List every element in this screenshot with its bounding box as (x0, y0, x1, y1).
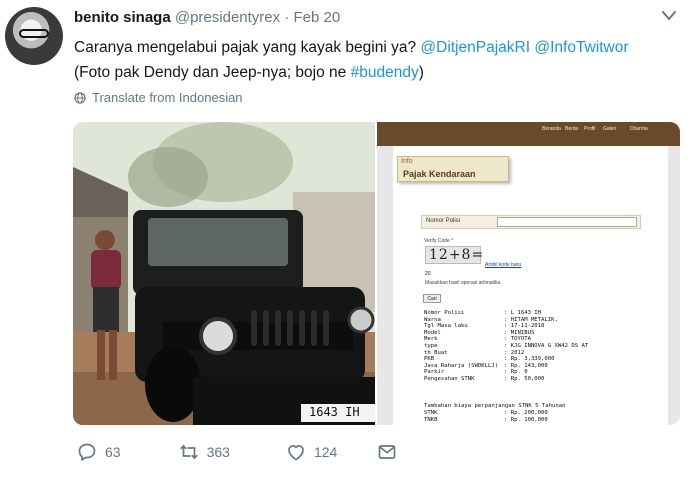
nav-profil: Profil (584, 126, 596, 132)
section-title: Pajak Kendaraan (403, 169, 476, 179)
avatar[interactable] (5, 7, 63, 65)
retweet-icon (179, 444, 198, 460)
result-value: : HITAM METALIK, (504, 316, 558, 323)
result-value: : Rp. 143,000 (504, 362, 548, 369)
result-row: th Buat : 2012 (424, 350, 588, 357)
tweet-line-1: Caranya mengelabui pajak yang kayak begi… (74, 35, 694, 60)
tweet-line-2: (Foto pak Dendy dan Jeep-nya; bojo ne #b… (74, 60, 694, 85)
photo-tax-screenshot[interactable]: Beranda Berita Profil Galeri Dharma Info… (377, 122, 680, 425)
result-row: Parkir : Rp. 0 (424, 369, 588, 376)
author-name[interactable]: benito sinaga (74, 9, 171, 26)
message-button[interactable] (377, 442, 397, 462)
extra-table: STNK : Rp. 200,000 TNKB : Rp. 100,000 (424, 410, 548, 423)
result-row: PKB : Rp. 3,339,000 (424, 356, 588, 363)
tweet-date[interactable]: Feb 20 (293, 9, 340, 26)
result-row: Nomor Polisi : L 1643 IH (424, 310, 588, 317)
result-row: type : KJG INNOVA G XW42 DS AT (424, 343, 588, 350)
result-label: Parkir (424, 369, 445, 376)
captcha-text: 12+8= (429, 247, 485, 263)
chevron-down-icon[interactable] (662, 11, 676, 21)
site-nav: Beranda Berita Profil Galeri Dharma (377, 126, 680, 142)
retweet-button[interactable]: 363 (179, 442, 230, 462)
extra-label: STNK (424, 410, 438, 416)
jeep-illustration (73, 122, 375, 425)
result-row: Merk : TOYOTA (424, 336, 588, 343)
info-label: Info (401, 158, 413, 165)
extra-row: STNK : Rp. 200,000 (424, 410, 548, 417)
result-value: : KJG INNOVA G XW42 DS AT (504, 342, 589, 349)
result-value: : Rp. 0 (504, 369, 528, 376)
like-button[interactable]: 124 (286, 442, 337, 462)
translate-label: Translate from Indonesian (92, 90, 243, 105)
result-value: : MINIBUS (504, 329, 535, 336)
extra-label: TNKB (424, 416, 438, 423)
retweet-count: 363 (206, 444, 230, 460)
author-handle[interactable]: @presidentyrex (175, 9, 280, 26)
like-count: 124 (313, 444, 338, 460)
result-label: Merk (424, 336, 438, 343)
result-label: Warna (424, 316, 441, 323)
translate-link[interactable]: Translate from Indonesian (74, 90, 243, 105)
photo-jeep[interactable]: 1643 IH (73, 122, 375, 425)
globe-icon (74, 91, 86, 104)
result-label: Jasa Raharja (SWDKLLJ) (424, 362, 499, 369)
verify-label: Verify Code * (424, 238, 454, 244)
cari-button[interactable]: Cari (423, 294, 441, 303)
result-label: PKB (424, 356, 435, 363)
result-label: Nomor Polisi (424, 310, 465, 316)
result-label: Model (424, 329, 441, 336)
result-row: Jasa Raharja (SWDKLLJ) : Rp. 143,000 (424, 363, 588, 370)
nav-beranda: Beranda (542, 126, 561, 132)
result-value: : 17-11-2018 (504, 323, 545, 330)
tweet-actions: 63 363 124 (77, 442, 423, 462)
result-row: Pengesahan STNK : Rp. 50,000 (424, 376, 588, 383)
result-row: Tgl Masa laku : 17-11-2018 (424, 323, 588, 330)
nav-berita: Berita (565, 126, 579, 132)
reply-icon (78, 443, 96, 461)
extra-value: : Rp. 100,000 (504, 416, 548, 423)
mention-ditjenpajakri[interactable]: @DitjenPajakRI (420, 39, 530, 56)
result-label: type (424, 342, 438, 349)
nomor-polisi-label: Nomor Polisi (426, 218, 461, 224)
result-label: Tgl Masa laku (424, 323, 468, 330)
extra-title: Tambahan biaya perpanjangan STNK 5 Tahun… (424, 403, 566, 409)
result-label: Pengesahan STNK (424, 375, 475, 382)
result-label: th Buat (424, 349, 448, 356)
result-value: : Rp. 50,000 (504, 375, 545, 382)
result-row: Warna : HITAM METALIK, (424, 317, 588, 324)
tweet-header: benito sinaga @presidentyrex · Feb 20 (74, 9, 340, 26)
result-value: : L 1643 IH (504, 310, 542, 316)
envelope-icon (378, 445, 396, 459)
tweet-line-1-text: Caranya mengelabui pajak yang kayak begi… (74, 39, 417, 56)
avatar-glasses (19, 29, 49, 38)
result-table: Nomor Polisi : L 1643 IH Warna : HITAM META… (424, 310, 588, 383)
nav-galeri: Galeri (603, 126, 617, 132)
nav-dharma: Dharma (630, 126, 648, 132)
captcha-refresh-link[interactable]: Ambil kode baru (485, 262, 521, 268)
extra-row: TNKB : Rp. 100,000 (424, 417, 548, 424)
reply-count: 63 (105, 444, 121, 460)
mention-infotwitwor[interactable]: @InfoTwitwor (534, 39, 628, 56)
extra-value: : Rp. 200,000 (504, 410, 548, 416)
heart-icon (288, 444, 304, 461)
tweet-line-2-end: ) (418, 64, 424, 81)
reply-button[interactable]: 63 (77, 442, 121, 462)
result-row: Model : MINIBUS (424, 330, 588, 337)
captcha-answer: 20 (425, 271, 431, 277)
result-value: : 2012 (504, 349, 525, 356)
hashtag-budendy[interactable]: #budendy (351, 64, 419, 81)
result-value: : TOYOTA (504, 336, 531, 343)
result-value: : Rp. 3,339,000 (504, 356, 555, 363)
license-plate: 1643 IH (309, 405, 360, 419)
tweet-text: Caranya mengelabui pajak yang kayak begi… (74, 35, 694, 85)
captcha-hint: Masukkan hasil operasi aritmatika (425, 280, 501, 286)
tweet-line-2-text: (Foto pak Dendy dan Jeep-nya; bojo ne (74, 64, 347, 81)
nomor-polisi-input[interactable] (497, 217, 637, 227)
